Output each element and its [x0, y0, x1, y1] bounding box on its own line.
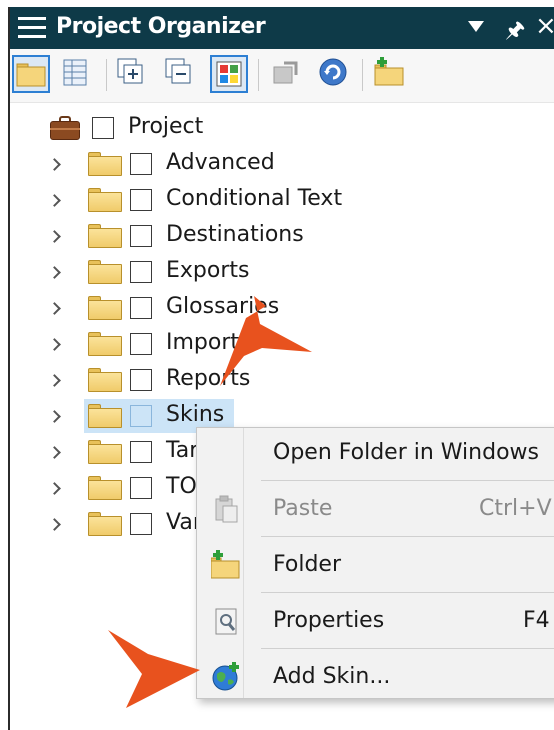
- menu-item-properties[interactable]: Properties F4: [197, 600, 554, 640]
- toolbar-separator: [106, 59, 107, 91]
- chevron-right-icon[interactable]: [48, 338, 61, 351]
- pin-icon[interactable]: 🖈: [505, 13, 525, 51]
- tree-item-folder[interactable]: Destinations: [48, 219, 344, 253]
- refresh-button[interactable]: [316, 55, 354, 93]
- paste-icon: [215, 495, 238, 523]
- menu-item-shortcut: F4: [523, 608, 550, 633]
- folder-icon: [88, 224, 122, 248]
- menu-item-label: Open Folder in Windows: [273, 440, 539, 465]
- tree-item-folder[interactable]: Advanced: [48, 147, 344, 181]
- checkbox[interactable]: [130, 189, 152, 211]
- open-folder-icon: [16, 63, 46, 87]
- checkbox[interactable]: [92, 117, 114, 139]
- menu-item-label: Properties: [273, 608, 385, 633]
- context-menu: Open Folder in Windows Paste Ctrl+V Fold…: [196, 427, 554, 699]
- close-icon[interactable]: ×: [535, 11, 554, 41]
- toolbar-separator: [258, 59, 259, 91]
- menu-separator: [261, 648, 554, 649]
- checkbox[interactable]: [130, 225, 152, 247]
- folder-icon: [88, 368, 122, 392]
- collapse-all-icon: [165, 58, 191, 84]
- checkbox[interactable]: [130, 261, 152, 283]
- menu-separator: [261, 536, 554, 537]
- folder-icon: [88, 296, 122, 320]
- checkbox[interactable]: [130, 369, 152, 391]
- tree-item-label: Exports: [166, 258, 250, 283]
- chevron-right-icon[interactable]: [48, 446, 61, 459]
- tree-item-label: Destinations: [166, 222, 304, 247]
- chevron-right-icon[interactable]: [48, 410, 61, 423]
- folder-icon: [88, 440, 122, 464]
- checkbox[interactable]: [130, 405, 152, 427]
- folder-icon: [88, 404, 122, 428]
- expand-all-icon: [117, 58, 143, 84]
- folder-icon: [88, 476, 122, 500]
- checkbox[interactable]: [130, 297, 152, 319]
- chevron-right-icon[interactable]: [48, 518, 61, 531]
- tree-item-label: Conditional Text: [166, 186, 343, 211]
- checkbox[interactable]: [130, 153, 152, 175]
- menu-item-label: Paste: [273, 496, 333, 521]
- disabled-action-button[interactable]: [268, 55, 306, 93]
- refresh-icon: [319, 58, 347, 86]
- checkbox[interactable]: [130, 513, 152, 535]
- menu-item-paste[interactable]: Paste Ctrl+V: [197, 488, 554, 528]
- chevron-right-icon[interactable]: [48, 374, 61, 387]
- menu-item-open-folder-in-windows[interactable]: Open Folder in Windows: [197, 432, 554, 472]
- checkbox[interactable]: [130, 333, 152, 355]
- new-folder-icon: [211, 550, 240, 579]
- dropdown-arrow-icon[interactable]: [468, 21, 484, 32]
- folder-icon: [88, 152, 122, 176]
- folder-icon: [88, 188, 122, 212]
- menu-separator: [261, 480, 554, 481]
- table-view-icon: [63, 59, 87, 86]
- properties-icon: [215, 608, 237, 635]
- callout-arrow-icon: [108, 630, 200, 708]
- table-view-button[interactable]: [58, 55, 96, 93]
- toolbar-separator: [362, 59, 363, 91]
- menu-item-label: Add Skin...: [273, 664, 391, 689]
- tree-item-folder[interactable]: Exports: [48, 255, 344, 289]
- folder-icon: [88, 512, 122, 536]
- toolbar: [10, 49, 554, 103]
- chevron-right-icon[interactable]: [48, 194, 61, 207]
- chevron-right-icon[interactable]: [48, 302, 61, 315]
- tree-item-folder[interactable]: Conditional Text: [48, 183, 344, 217]
- chevron-right-icon[interactable]: [48, 482, 61, 495]
- chevron-right-icon[interactable]: [48, 158, 61, 171]
- tree-item-label: Skins: [166, 402, 225, 427]
- new-folder-icon: [374, 57, 404, 86]
- title-bar: Project Organizer 🖈 ×: [10, 7, 554, 49]
- panel-title: Project Organizer: [56, 14, 266, 39]
- folder-icon: [88, 332, 122, 356]
- collapse-all-button[interactable]: [162, 55, 200, 93]
- menu-separator: [261, 592, 554, 593]
- globe-add-icon: [212, 662, 239, 691]
- briefcase-icon: [50, 116, 80, 140]
- color-grid-button[interactable]: [210, 55, 248, 93]
- menu-item-folder[interactable]: Folder: [197, 544, 554, 584]
- expand-all-button[interactable]: [114, 55, 152, 93]
- checkbox[interactable]: [130, 441, 152, 463]
- callout-arrow-icon: [220, 296, 312, 386]
- chevron-right-icon[interactable]: [48, 266, 61, 279]
- new-folder-button[interactable]: [372, 55, 410, 93]
- tree-item-label: Project: [128, 114, 204, 139]
- color-grid-icon: [216, 61, 242, 87]
- chevron-right-icon[interactable]: [48, 230, 61, 243]
- menu-item-shortcut: Ctrl+V: [479, 496, 552, 521]
- tree-root-project[interactable]: Project: [46, 111, 246, 145]
- menu-item-label: Folder: [273, 552, 341, 577]
- hamburger-menu-icon[interactable]: [18, 17, 46, 39]
- open-folder-button[interactable]: [12, 55, 50, 93]
- tree-item-label: Advanced: [166, 150, 275, 175]
- menu-item-add-skin[interactable]: Add Skin...: [197, 656, 554, 696]
- disabled-action-icon: [273, 61, 298, 84]
- checkbox[interactable]: [130, 477, 152, 499]
- folder-icon: [88, 260, 122, 284]
